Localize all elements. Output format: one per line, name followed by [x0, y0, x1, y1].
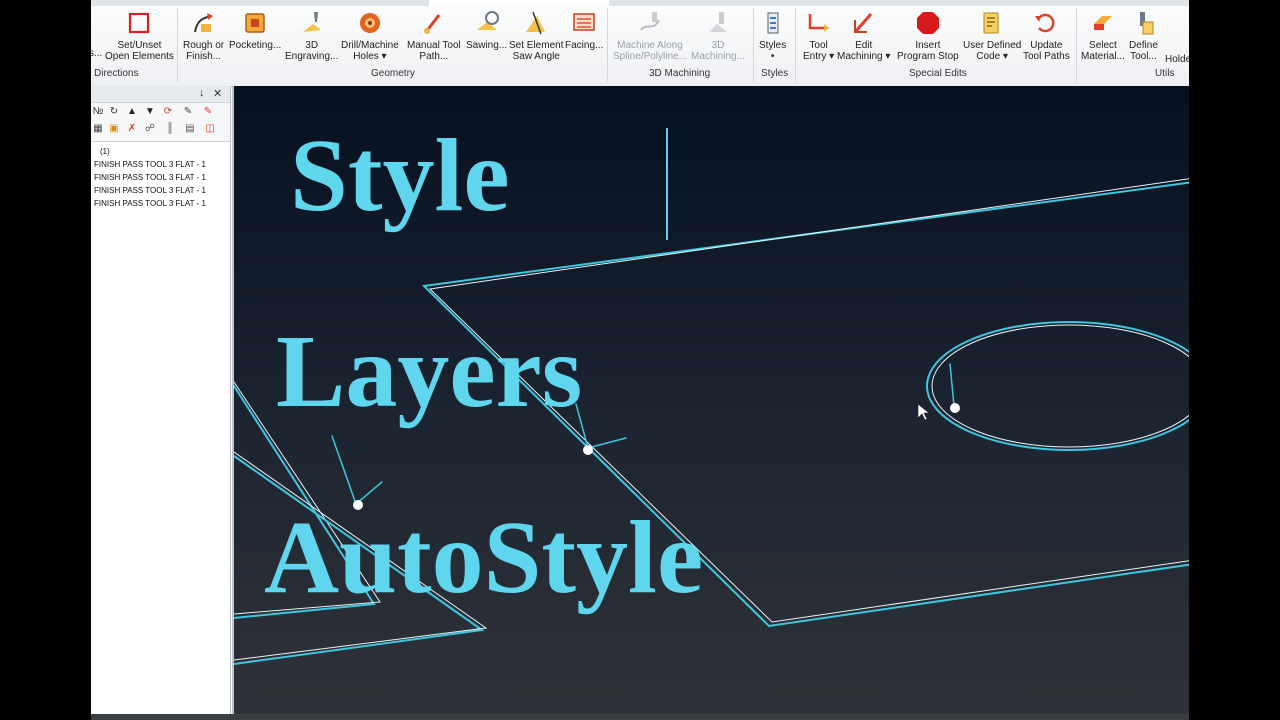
set-unset-label: Set/Unset: [117, 40, 162, 51]
grid-icon[interactable]: ▦: [91, 123, 105, 135]
cad-viewport[interactable]: Style Layers AutoStyle: [232, 86, 1189, 720]
stack-icon[interactable]: ◫: [203, 123, 217, 135]
overlay-title-style: Style: [290, 118, 510, 233]
move-down-icon[interactable]: ▼: [143, 106, 157, 118]
order-icon[interactable]: ▣: [107, 123, 121, 135]
machining-operations-panel: ↓ ✕ № ↻ ▲ ▼ ⟳ ✎ ✎ ▦ ▣ ✗ ☍ ║ ▤ ◫ (1) FINI…: [91, 86, 231, 720]
group-special-edits: Special Edits: [909, 68, 967, 79]
sawing-button[interactable]: Sawing...: [466, 10, 507, 51]
set-unset-icon: [129, 12, 150, 34]
manual-toolpath-icon: [423, 14, 441, 34]
user-code-icon: [983, 12, 999, 34]
move-up-icon[interactable]: ▲: [125, 106, 139, 118]
operations-tree: (1) FINISH PASS TOOL 3 FLAT - 1 FINISH P…: [91, 142, 230, 210]
3d-engraving-button[interactable]: 3D Engraving...: [285, 10, 338, 62]
close-icon[interactable]: ✕: [213, 87, 222, 100]
entry-point: [950, 403, 960, 413]
define-tool-button[interactable]: Define Tool...: [1129, 10, 1158, 62]
active-tab[interactable]: [429, 0, 609, 6]
group-3d-machining: 3D Machining: [649, 68, 711, 79]
panel-toolbar: № ↻ ▲ ▼ ⟳ ✎ ✎ ▦ ▣ ✗ ☍ ║ ▤ ◫: [91, 103, 230, 142]
mouse-pointer-icon: [917, 403, 930, 421]
program-stop-icon: [916, 12, 939, 34]
list-item[interactable]: FINISH PASS TOOL 3 FLAT - 1: [94, 171, 230, 184]
split-icon[interactable]: ║: [163, 123, 177, 135]
group-geometry: Geometry: [371, 68, 415, 79]
set-element-saw-angle-button[interactable]: Set Element Saw Angle: [509, 10, 563, 62]
tool-entry-marker: [575, 403, 627, 449]
styles-icon: [767, 12, 779, 34]
update-tool-paths-button[interactable]: Update Tool Paths: [1023, 10, 1070, 62]
link-icon[interactable]: ☍: [143, 123, 157, 135]
set-unset-open-elements-button[interactable]: Set/Unset Open Elements: [105, 10, 174, 62]
group-divider: [753, 8, 754, 82]
manual-tool-path-button[interactable]: Manual Tool Path...: [407, 10, 461, 62]
cut-icon[interactable]: ✗: [125, 123, 139, 135]
tool-entry-button[interactable]: Tool Entry ▾: [803, 10, 834, 62]
tool-entry-icon: [808, 14, 829, 32]
truncated-button[interactable]: s...: [91, 48, 102, 59]
group-divider: [177, 8, 178, 82]
pin-icon[interactable]: ↓: [199, 87, 205, 99]
text-cursor: [666, 128, 668, 240]
edit-machining-button[interactable]: Edit Machining ▾: [837, 10, 890, 62]
hole-outline: [926, 321, 1189, 451]
machine-along-spline-button[interactable]: Machine Along Spline/Polyline...: [613, 10, 687, 62]
ribbon-tab-strip: [91, 0, 1189, 6]
entry-point: [583, 445, 593, 455]
status-strip: [91, 714, 1189, 720]
facing-button[interactable]: Facing...: [565, 10, 603, 51]
facing-icon: [573, 13, 595, 31]
styles-button[interactable]: Styles •: [759, 10, 786, 62]
select-material-icon: [1093, 16, 1112, 30]
drill-icon: [359, 13, 380, 33]
pocketing-button[interactable]: Pocketing...: [229, 10, 281, 51]
list-item[interactable]: FINISH PASS TOOL 3 FLAT - 1: [94, 197, 230, 210]
tree-root[interactable]: (1): [94, 145, 230, 158]
group-utils: Utils: [1155, 68, 1175, 79]
edit-icon[interactable]: ✎: [201, 106, 215, 118]
group-divider: [795, 8, 796, 82]
application-window: s... Set/Unset Open Elements Directions …: [91, 0, 1189, 720]
overlay-title-layers: Layers: [276, 314, 583, 429]
define-tool-icon: [1140, 12, 1154, 35]
list-item[interactable]: FINISH PASS TOOL 3 FLAT - 1: [94, 184, 230, 197]
panel-header: ↓ ✕: [91, 86, 230, 103]
ribbon: s... Set/Unset Open Elements Directions …: [91, 0, 1189, 87]
columns-icon[interactable]: ▤: [183, 123, 197, 135]
engraving-icon: [302, 12, 321, 32]
refresh-icon[interactable]: ⟳: [161, 106, 175, 118]
rough-finish-icon: [193, 13, 213, 33]
select-material-button[interactable]: Select Material...: [1081, 10, 1125, 62]
hole-outline-inner: [931, 324, 1189, 448]
group-styles: Styles: [761, 68, 789, 79]
sawing-icon: [476, 11, 499, 30]
saw-angle-icon: [526, 11, 546, 35]
group-directions: Directions: [94, 68, 139, 79]
rough-finish-button[interactable]: Rough or Finish...: [183, 10, 224, 62]
edit-machining-icon: [853, 13, 872, 33]
machine-along-icon: [640, 12, 660, 31]
insert-program-stop-button[interactable]: Insert Program Stop: [897, 10, 959, 62]
open-elements-label: Open Elements: [105, 51, 174, 62]
update-toolpaths-icon: [1035, 13, 1055, 33]
list-item[interactable]: FINISH PASS TOOL 3 FLAT - 1: [94, 158, 230, 171]
machining-3d-icon: [708, 12, 727, 32]
renumber-icon[interactable]: №: [91, 106, 105, 118]
pencil-icon[interactable]: ✎: [181, 106, 195, 118]
tool-entry-marker: [949, 363, 955, 407]
holder-button[interactable]: Holde: [1165, 54, 1189, 65]
group-divider: [1076, 8, 1077, 82]
group-divider: [607, 8, 608, 82]
user-defined-code-button[interactable]: User Defined Code ▾: [963, 10, 1021, 62]
pocketing-icon: [245, 13, 265, 33]
sequence-icon[interactable]: ↻: [107, 106, 121, 118]
overlay-title-autostyle: AutoStyle: [264, 500, 704, 615]
drill-machine-holes-button[interactable]: Drill/Machine Holes ▾: [341, 10, 399, 62]
3d-machining-button[interactable]: 3D Machining...: [691, 10, 745, 62]
tool-entry-marker: [331, 435, 383, 506]
